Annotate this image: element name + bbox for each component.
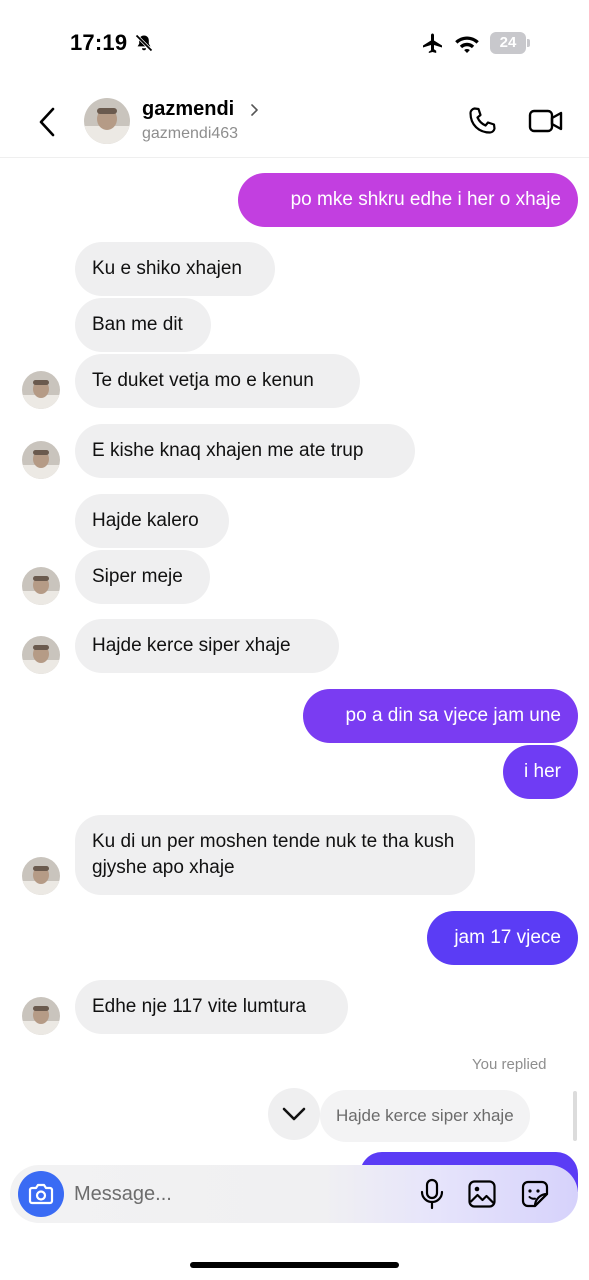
- message-input[interactable]: [74, 1165, 394, 1223]
- back-icon[interactable]: [34, 104, 62, 140]
- video-icon[interactable]: [527, 104, 565, 138]
- avatar[interactable]: [22, 441, 60, 479]
- chat-header: gazmendi gazmendi463: [0, 88, 589, 158]
- microphone-icon[interactable]: [417, 1178, 447, 1210]
- home-indicator[interactable]: [190, 1262, 399, 1268]
- avatar[interactable]: [22, 567, 60, 605]
- airplane-icon: [423, 33, 442, 53]
- chevron-down-icon: [282, 1107, 306, 1121]
- incoming-message[interactable]: Ku di un per moshen tende nuk te tha kus…: [75, 815, 475, 895]
- incoming-message[interactable]: Siper meje: [75, 550, 210, 604]
- phone-icon[interactable]: [465, 104, 499, 138]
- incoming-message[interactable]: Ku e shiko xhajen: [75, 242, 275, 296]
- incoming-message[interactable]: Ban me dit: [75, 298, 211, 352]
- status-bar: 17:19 24: [0, 0, 589, 88]
- wifi-icon: [455, 36, 479, 53]
- outgoing-message[interactable]: jam 17 vjece: [427, 911, 578, 965]
- quoted-message[interactable]: Hajde kerce siper xhaje: [320, 1090, 530, 1142]
- outgoing-message[interactable]: po a din sa vjece jam une: [303, 689, 578, 743]
- replied-label: You replied: [472, 1056, 547, 1073]
- incoming-message[interactable]: Edhe nje 117 vite lumtura: [75, 980, 348, 1034]
- incoming-message[interactable]: E kishe knaq xhajen me ate trup: [75, 424, 415, 478]
- avatar[interactable]: [22, 371, 60, 409]
- contact-username[interactable]: gazmendi463: [142, 125, 238, 143]
- chevron-right-icon[interactable]: [248, 100, 262, 120]
- camera-icon: [28, 1183, 54, 1205]
- scroll-down-button[interactable]: [268, 1088, 320, 1140]
- message-composer: [10, 1165, 578, 1223]
- outgoing-message[interactable]: po mke shkru edhe i her o xhaje: [238, 173, 578, 227]
- contact-name[interactable]: gazmendi: [142, 98, 234, 121]
- reply-bar: [573, 1091, 577, 1141]
- status-time: 17:19: [70, 30, 128, 55]
- incoming-message[interactable]: Hajde kerce siper xhaje: [75, 619, 339, 673]
- sticker-icon[interactable]: [520, 1179, 550, 1209]
- avatar[interactable]: [22, 857, 60, 895]
- avatar[interactable]: [84, 98, 130, 144]
- camera-button[interactable]: [18, 1171, 64, 1217]
- battery-level: 24: [499, 34, 517, 51]
- gallery-icon[interactable]: [467, 1179, 497, 1209]
- incoming-message[interactable]: Te duket vetja mo e kenun: [75, 354, 360, 408]
- avatar[interactable]: [22, 997, 60, 1035]
- avatar[interactable]: [22, 636, 60, 674]
- outgoing-message[interactable]: i her: [503, 745, 578, 799]
- incoming-message[interactable]: Hajde kalero: [75, 494, 229, 548]
- bell-muted-icon: [135, 34, 153, 52]
- battery-icon: 24: [490, 32, 530, 54]
